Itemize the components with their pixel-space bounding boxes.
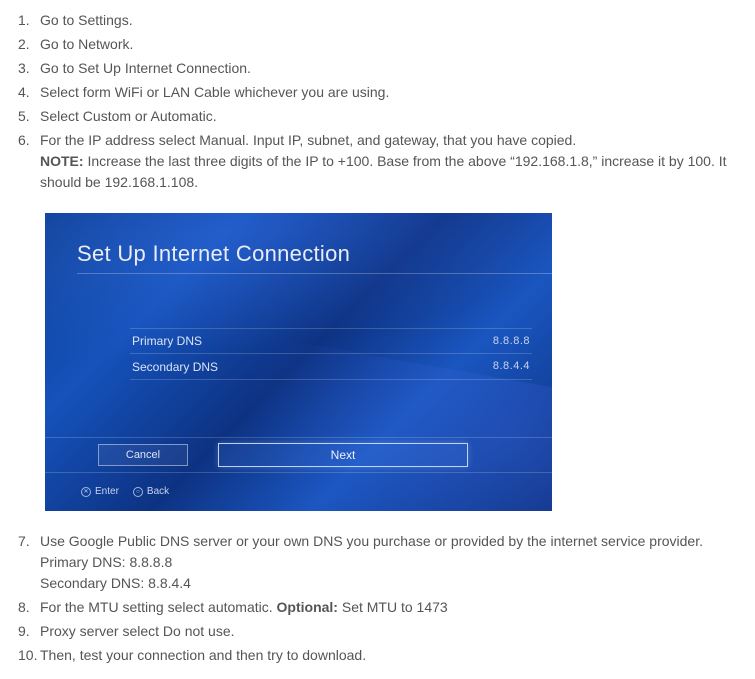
step-7-secondary: Secondary DNS: 8.8.4.4 <box>40 575 191 591</box>
step-8-text: For the MTU setting select automatic. <box>40 599 277 615</box>
hint-row: ✕ Enter ○ Back <box>81 484 169 499</box>
ps4-screen: Set Up Internet Connection Primary DNS 8… <box>45 213 552 511</box>
step-5: Select Custom or Automatic. <box>40 106 750 127</box>
step-4: Select form WiFi or LAN Cable whichever … <box>40 82 750 103</box>
step-9: Proxy server select Do not use. <box>40 621 750 642</box>
step-10: Then, test your connection and then try … <box>40 645 750 666</box>
cancel-button[interactable]: Cancel <box>98 444 188 466</box>
optional-label: Optional: <box>277 599 338 615</box>
screen-title: Set Up Internet Connection <box>77 237 350 270</box>
step-6-text: For the IP address select Manual. Input … <box>40 132 576 148</box>
note-text: Increase the last three digits of the IP… <box>40 153 727 190</box>
button-row: Cancel Next <box>45 437 552 473</box>
x-icon: ✕ <box>81 487 91 497</box>
step-7: Use Google Public DNS server or your own… <box>40 531 750 594</box>
primary-dns-row[interactable]: Primary DNS 8.8.8.8 <box>130 328 532 354</box>
optional-text: Set MTU to 1473 <box>338 599 448 615</box>
secondary-dns-row[interactable]: Secondary DNS 8.8.4.4 <box>130 354 532 380</box>
screenshot-wrap: Set Up Internet Connection Primary DNS 8… <box>45 213 750 511</box>
enter-hint: ✕ Enter <box>81 484 119 499</box>
step-3: Go to Set Up Internet Connection. <box>40 58 750 79</box>
note-label: NOTE: <box>40 153 84 169</box>
circle-icon: ○ <box>133 487 143 497</box>
step-7-text: Use Google Public DNS server or your own… <box>40 533 703 549</box>
primary-dns-value: 8.8.8.8 <box>493 333 532 350</box>
instruction-list: Go to Settings. Go to Network. Go to Set… <box>5 10 750 666</box>
step-7-primary: Primary DNS: 8.8.8.8 <box>40 554 172 570</box>
step-6: For the IP address select Manual. Input … <box>40 130 750 511</box>
next-button[interactable]: Next <box>218 443 468 467</box>
step-1: Go to Settings. <box>40 10 750 31</box>
primary-dns-label: Primary DNS <box>132 332 202 350</box>
step-8: For the MTU setting select automatic. Op… <box>40 597 750 618</box>
title-divider <box>77 273 552 274</box>
secondary-dns-value: 8.8.4.4 <box>493 358 532 375</box>
step-2: Go to Network. <box>40 34 750 55</box>
secondary-dns-label: Secondary DNS <box>132 358 218 376</box>
back-hint: ○ Back <box>133 484 169 499</box>
back-label: Back <box>147 484 169 499</box>
enter-label: Enter <box>95 484 119 499</box>
dns-settings: Primary DNS 8.8.8.8 Secondary DNS 8.8.4.… <box>130 328 532 380</box>
